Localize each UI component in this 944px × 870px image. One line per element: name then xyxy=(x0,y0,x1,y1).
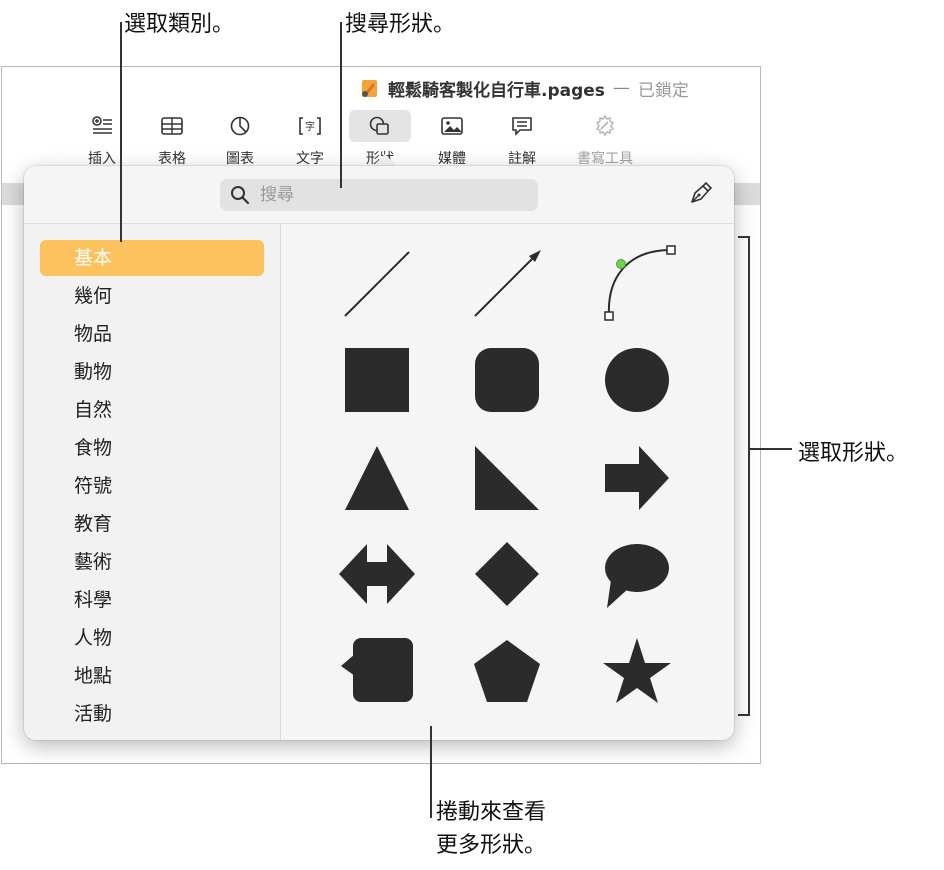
toolbar-label: 表格 xyxy=(158,151,186,167)
callout-scroll-line2: 更多形狀。 xyxy=(436,833,547,858)
text-icon: 字 xyxy=(275,110,345,142)
toolbar-label: 註解 xyxy=(508,151,536,167)
shape-grid xyxy=(281,224,734,740)
toolbar-media-button[interactable]: 媒體 xyxy=(417,110,487,168)
shape-triangle[interactable] xyxy=(327,434,427,518)
shape-icon xyxy=(349,110,411,142)
category-item-symbols[interactable]: 符號 xyxy=(40,468,264,504)
callout-line-search xyxy=(340,22,342,188)
category-sidebar: 基本 幾何 物品 動物 自然 食物 符號 教育 藝術 科學 人物 地點 活動 xyxy=(24,224,280,740)
shape-arrow[interactable] xyxy=(587,434,687,518)
shape-line[interactable] xyxy=(327,238,427,322)
shape-callout-square[interactable] xyxy=(327,626,427,710)
category-item-animals[interactable]: 動物 xyxy=(40,354,264,390)
pen-icon xyxy=(688,180,714,210)
shape-square[interactable] xyxy=(327,338,427,422)
shape-rounded-square[interactable] xyxy=(457,338,557,422)
title-separator: — xyxy=(612,78,630,98)
shape-diamond[interactable] xyxy=(457,530,557,614)
toolbar-chart-button[interactable]: 圖表 xyxy=(205,110,275,168)
pages-document-icon xyxy=(360,77,380,99)
category-item-activities[interactable]: 活動 xyxy=(40,696,264,732)
lock-status: 已鎖定 xyxy=(637,80,689,101)
shape-double-arrow[interactable] xyxy=(327,530,427,614)
toolbar-insert-button[interactable]: 插入 xyxy=(67,110,137,168)
toolbar-label: 插入 xyxy=(88,151,116,167)
category-item-food[interactable]: 食物 xyxy=(40,430,264,466)
category-item-nature[interactable]: 自然 xyxy=(40,392,264,428)
shape-arrow-line[interactable] xyxy=(457,238,557,322)
category-item-people[interactable]: 人物 xyxy=(40,620,264,656)
toolbar-label: 書寫工具 xyxy=(577,151,633,167)
shape-speech-bubble[interactable] xyxy=(587,530,687,614)
shape-star[interactable] xyxy=(587,626,687,710)
category-item-geometry[interactable]: 幾何 xyxy=(40,278,264,314)
chart-icon xyxy=(205,110,275,142)
shape-search-field[interactable] xyxy=(220,179,538,211)
callout-line-scroll xyxy=(430,726,432,818)
category-item-education[interactable]: 教育 xyxy=(40,506,264,542)
shapes-popover: 基本 幾何 物品 動物 自然 食物 符號 教育 藝術 科學 人物 地點 活動 xyxy=(24,166,734,740)
toolbar-label: 圖表 xyxy=(226,151,254,167)
shape-pentagon[interactable] xyxy=(457,626,557,710)
toolbar-label: 文字 xyxy=(296,151,324,167)
toolbar-table-button[interactable]: 表格 xyxy=(137,110,207,168)
shape-right-triangle[interactable] xyxy=(457,434,557,518)
search-icon xyxy=(230,185,250,205)
toolbar-label: 媒體 xyxy=(438,151,466,167)
callout-scroll-line1: 捲動來查看 xyxy=(436,800,547,825)
toolbar-writing-tools-button[interactable]: 書寫工具 xyxy=(570,110,640,168)
callout-bracket-bottom xyxy=(738,714,750,716)
category-item-arts[interactable]: 藝術 xyxy=(40,544,264,580)
callout-bracket xyxy=(748,236,750,716)
category-item-objects[interactable]: 物品 xyxy=(40,316,264,352)
writing-tools-icon xyxy=(570,110,640,142)
toolbar-comment-button[interactable]: 註解 xyxy=(487,110,557,168)
callout-line-shape xyxy=(750,448,792,450)
draw-with-pen-button[interactable] xyxy=(686,180,716,210)
shape-search-input[interactable] xyxy=(258,184,522,206)
category-item-basic[interactable]: 基本 xyxy=(40,240,264,276)
svg-text:字: 字 xyxy=(305,120,315,133)
shape-circle[interactable] xyxy=(587,338,687,422)
shape-curve[interactable] xyxy=(587,238,687,322)
category-item-science[interactable]: 科學 xyxy=(40,582,264,618)
callout-choose-shape: 選取形狀。 xyxy=(798,441,909,466)
callout-search-shapes: 搜尋形狀。 xyxy=(345,12,456,37)
document-name: 輕鬆騎客製化自行車.pages xyxy=(388,80,605,101)
category-item-places[interactable]: 地點 xyxy=(40,658,264,694)
insert-icon xyxy=(67,110,137,142)
table-icon xyxy=(137,110,207,142)
media-icon xyxy=(417,110,487,142)
window-title: 輕鬆騎客製化自行車.pages — 已鎖定 xyxy=(360,74,689,102)
callout-line-category xyxy=(120,22,122,242)
toolbar-text-button[interactable]: 字 文字 xyxy=(275,110,345,168)
callout-choose-category: 選取類別。 xyxy=(124,12,235,37)
comment-icon xyxy=(487,110,557,142)
